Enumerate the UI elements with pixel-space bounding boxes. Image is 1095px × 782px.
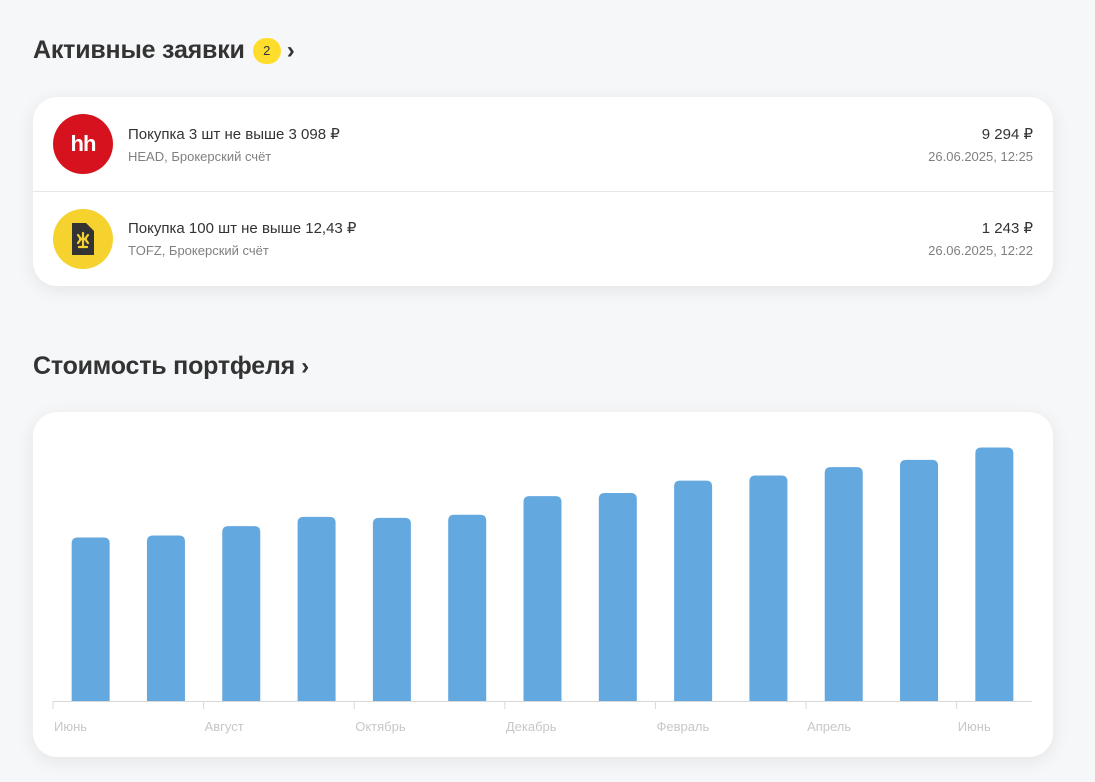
order-datetime: 26.06.2025, 12:25 xyxy=(928,149,1033,164)
chevron-right-icon: › xyxy=(286,36,295,64)
portfolio-chart-card: Июнь Август Октябрь Декабрь Февраль Апрель Июн… xyxy=(33,412,1053,757)
order-datetime: 26.06.2025, 12:22 xyxy=(928,243,1033,258)
hh-logo-icon: hh xyxy=(53,114,113,174)
order-subtitle: HEAD, Брокерский счёт xyxy=(128,149,272,164)
chart-bar[interactable] xyxy=(372,517,411,701)
hh-logo-text: hh xyxy=(70,131,97,156)
chart-bar[interactable] xyxy=(222,526,261,701)
chart-bar[interactable] xyxy=(146,535,185,701)
chart-bar[interactable] xyxy=(598,493,637,701)
x-tick-label: Апрель xyxy=(807,719,851,734)
active-orders-title-text: Активные заявки xyxy=(33,36,245,64)
portfolio-value-title[interactable]: Стоимость портфеля › xyxy=(33,352,309,381)
chart-bar[interactable] xyxy=(71,537,110,701)
x-tick-label: Декабрь xyxy=(506,719,557,734)
x-tick-label: Июнь xyxy=(54,719,87,734)
chart-bar[interactable] xyxy=(448,514,487,701)
chart-bar[interactable] xyxy=(297,516,336,701)
tofz-emblem-icon xyxy=(72,222,94,255)
order-description: Покупка 3 шт не выше 3 098 ₽ xyxy=(128,126,340,143)
order-row[interactable]: Покупка 100 шт не выше 12,43 ₽ TOFZ, Бро… xyxy=(33,191,1053,286)
chart-bar[interactable] xyxy=(674,480,713,701)
x-tick-label: Октябрь xyxy=(355,719,406,734)
portfolio-bar-chart: Июнь Август Октябрь Декабрь Февраль Апрель Июн… xyxy=(52,447,1032,734)
x-tick-label: Февраль xyxy=(656,719,709,734)
chart-bar[interactable] xyxy=(900,459,939,701)
active-orders-card: hh Покупка 3 шт не выше 3 098 ₽ HEAD, Бр… xyxy=(33,97,1053,286)
chevron-right-icon: › xyxy=(301,352,309,380)
order-amount: 1 243 ₽ xyxy=(981,220,1033,237)
chart-bar[interactable] xyxy=(749,475,788,701)
x-tick-label: Август xyxy=(205,719,244,734)
order-description: Покупка 100 шт не выше 12,43 ₽ xyxy=(128,220,357,237)
active-orders-title[interactable]: Активные заявки 2 › xyxy=(33,36,295,65)
x-tick-label: Июнь xyxy=(958,719,991,734)
tofz-logo-icon xyxy=(53,208,113,269)
chart-bar[interactable] xyxy=(824,467,863,701)
chart-bar[interactable] xyxy=(975,447,1014,701)
order-amount: 9 294 ₽ xyxy=(981,126,1033,143)
chart-bar[interactable] xyxy=(523,496,562,701)
orders-count-badge: 2 xyxy=(252,37,281,64)
portfolio-value-title-text: Стоимость портфеля xyxy=(33,352,296,380)
order-subtitle: TOFZ, Брокерский счёт xyxy=(128,243,269,258)
order-row[interactable]: hh Покупка 3 шт не выше 3 098 ₽ HEAD, Бр… xyxy=(33,97,1053,192)
